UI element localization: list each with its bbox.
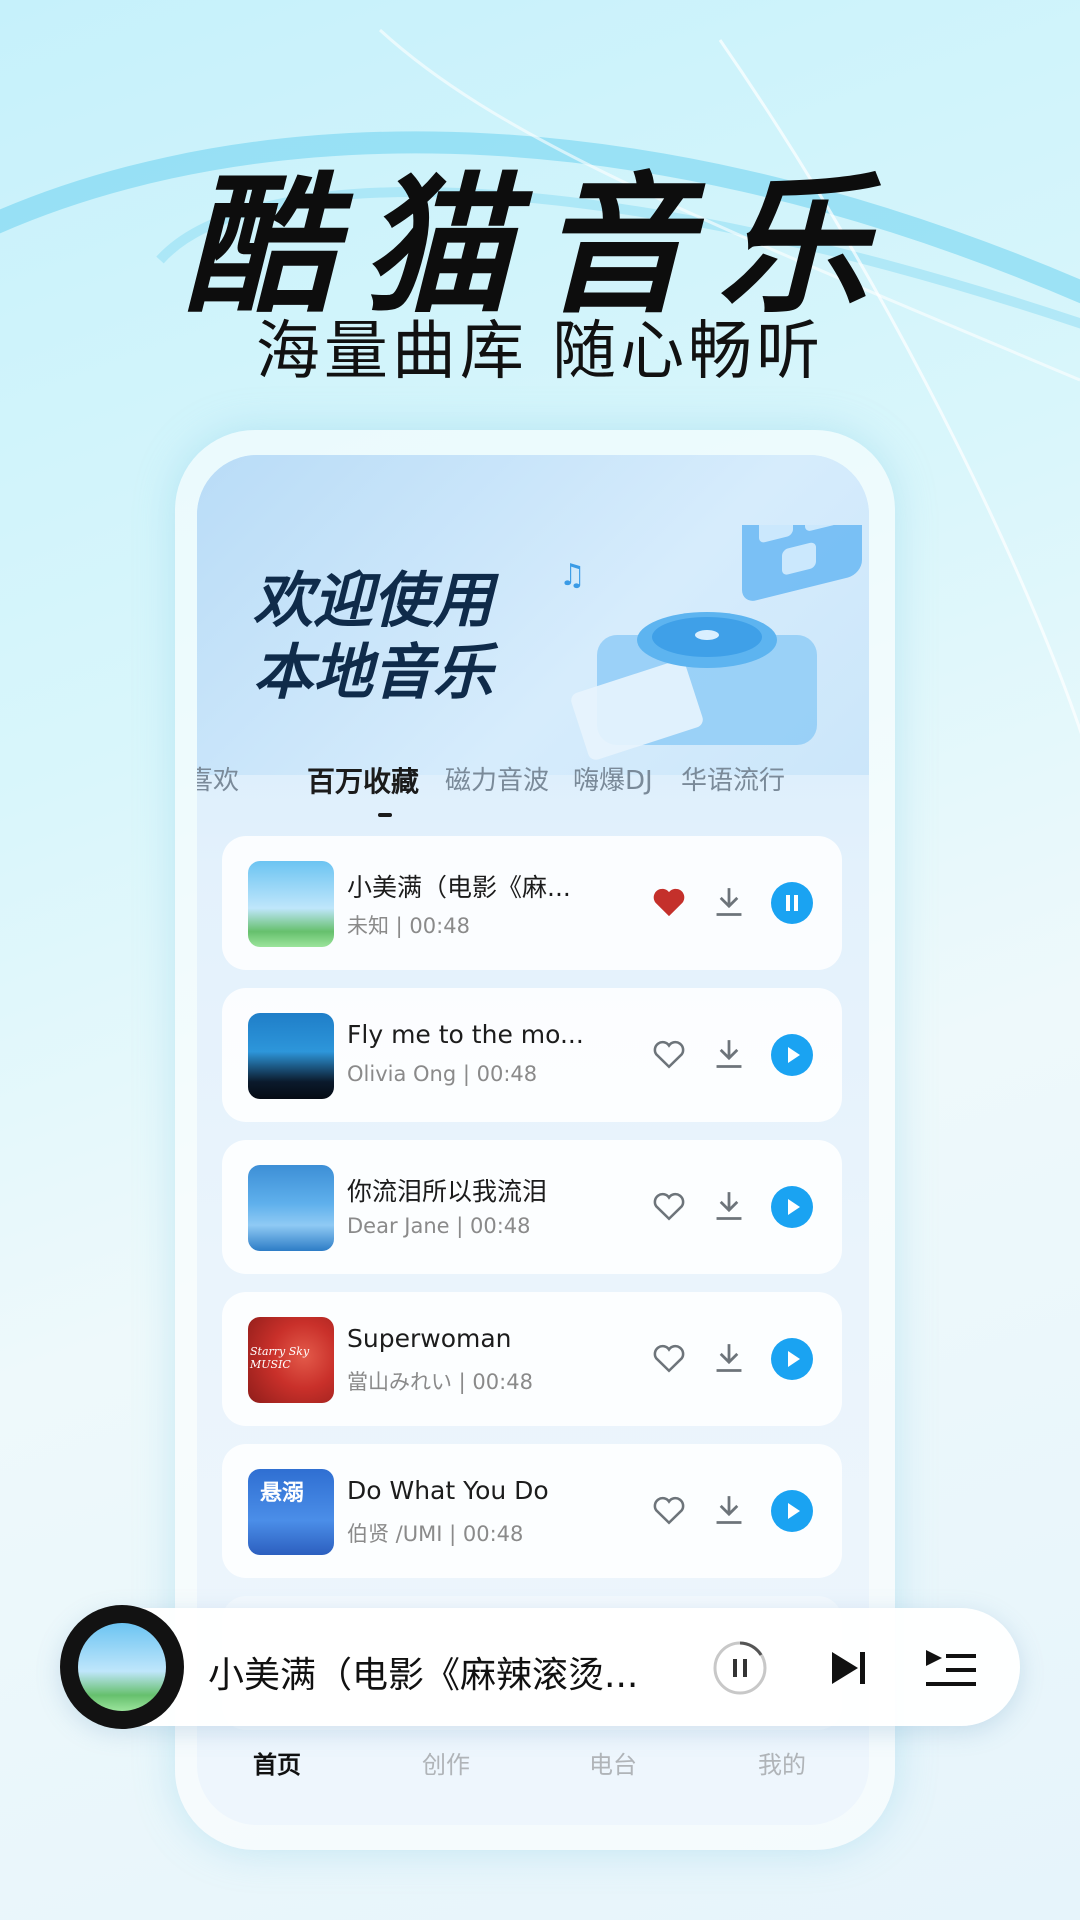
song-artist-duration: 未知 | 00:48 [347,914,470,938]
song-card[interactable]: 小美满（电影《麻... 未知 | 00:48 [222,836,842,970]
song-cover: Starry Sky MUSIC [248,1317,334,1403]
download-icon[interactable] [712,1492,746,1528]
nav-home[interactable]: 首页 [253,1745,301,1780]
cover-label: Starry Sky MUSIC [250,1345,310,1371]
song-title: Superwoman [347,1324,512,1353]
player-album-disc[interactable] [60,1605,184,1729]
pause-circle-icon[interactable] [712,1640,768,1696]
song-artist-duration: 當山みれい | 00:48 [347,1370,533,1394]
app-tagline: 海量曲库 随心畅听 [255,315,825,389]
song-artist-duration: Olivia Ong | 00:48 [347,1062,538,1086]
active-tab-indicator [378,813,392,817]
banner-line-1: 欢迎使用 [253,566,493,636]
download-icon[interactable] [712,884,746,920]
play-icon[interactable] [771,1490,813,1532]
heart-outline-icon[interactable] [652,1494,686,1526]
song-title: Fly me to the mo... [347,1020,584,1049]
mini-player[interactable]: 小美满（电影《麻辣滚烫... [60,1605,1020,1729]
tab-mandarin-pop[interactable]: 华语流行 [681,760,785,797]
tab-dj[interactable]: 嗨爆DJ [573,760,653,797]
download-icon[interactable] [712,1188,746,1224]
song-cover [248,1165,334,1251]
song-cover [248,861,334,947]
heart-outline-icon[interactable] [652,1342,686,1374]
banner-line-2: 本地音乐 [253,638,493,708]
download-icon[interactable] [712,1340,746,1376]
song-card[interactable]: 悬溺 Do What You Do 伯贤 /UMI | 00:48 [222,1444,842,1578]
player-cover [78,1623,166,1711]
song-title: 你流泪所以我流泪 [347,1177,548,1206]
player-song-title: 小美满（电影《麻辣滚烫... [208,1655,639,1696]
song-cover [248,1013,334,1099]
song-card[interactable]: Starry Sky MUSIC Superwoman 當山みれい | 00:4… [222,1292,842,1426]
song-title: Do What You Do [347,1476,549,1505]
download-icon[interactable] [712,1036,746,1072]
nav-mine[interactable]: 我的 [758,1745,806,1780]
tab-favorites[interactable]: 喜欢 [197,760,239,797]
song-card[interactable]: Fly me to the mo... Olivia Ong | 00:48 [222,988,842,1122]
banner-title: 欢迎使用 本地音乐 [253,565,493,709]
nav-radio[interactable]: 电台 [589,1745,637,1780]
song-cover: 悬溺 [248,1469,334,1555]
play-icon[interactable] [771,1034,813,1076]
nav-create[interactable]: 创作 [422,1745,470,1780]
song-artist-duration: Dear Jane | 00:48 [347,1214,531,1238]
welcome-banner: 欢迎使用 本地音乐 ♫ [197,455,869,775]
turntable-illustration: ♫ [559,525,862,760]
song-artist-duration: 伯贤 /UMI | 00:48 [347,1522,524,1546]
next-track-icon[interactable] [826,1646,870,1690]
cover-label: 悬溺 [260,1481,305,1506]
bottom-nav: 首页 创作 电台 我的 [197,1745,869,1805]
tab-magnetic-sound[interactable]: 磁力音波 [445,760,549,797]
heart-filled-icon[interactable] [652,886,686,918]
song-title: 小美满（电影《麻... [347,873,571,902]
play-icon[interactable] [771,1186,813,1228]
pause-icon[interactable] [771,882,813,924]
category-tabs: 喜欢 百万收藏 磁力音波 嗨爆DJ 华语流行 [197,760,869,820]
play-icon[interactable] [771,1338,813,1380]
heart-outline-icon[interactable] [652,1038,686,1070]
svg-text:♫: ♫ [559,558,586,593]
playlist-icon[interactable] [922,1646,980,1690]
song-card[interactable]: 你流泪所以我流泪 Dear Jane | 00:48 [222,1140,842,1274]
tab-million-collection[interactable]: 百万收藏 [307,760,419,800]
heart-outline-icon[interactable] [652,1190,686,1222]
